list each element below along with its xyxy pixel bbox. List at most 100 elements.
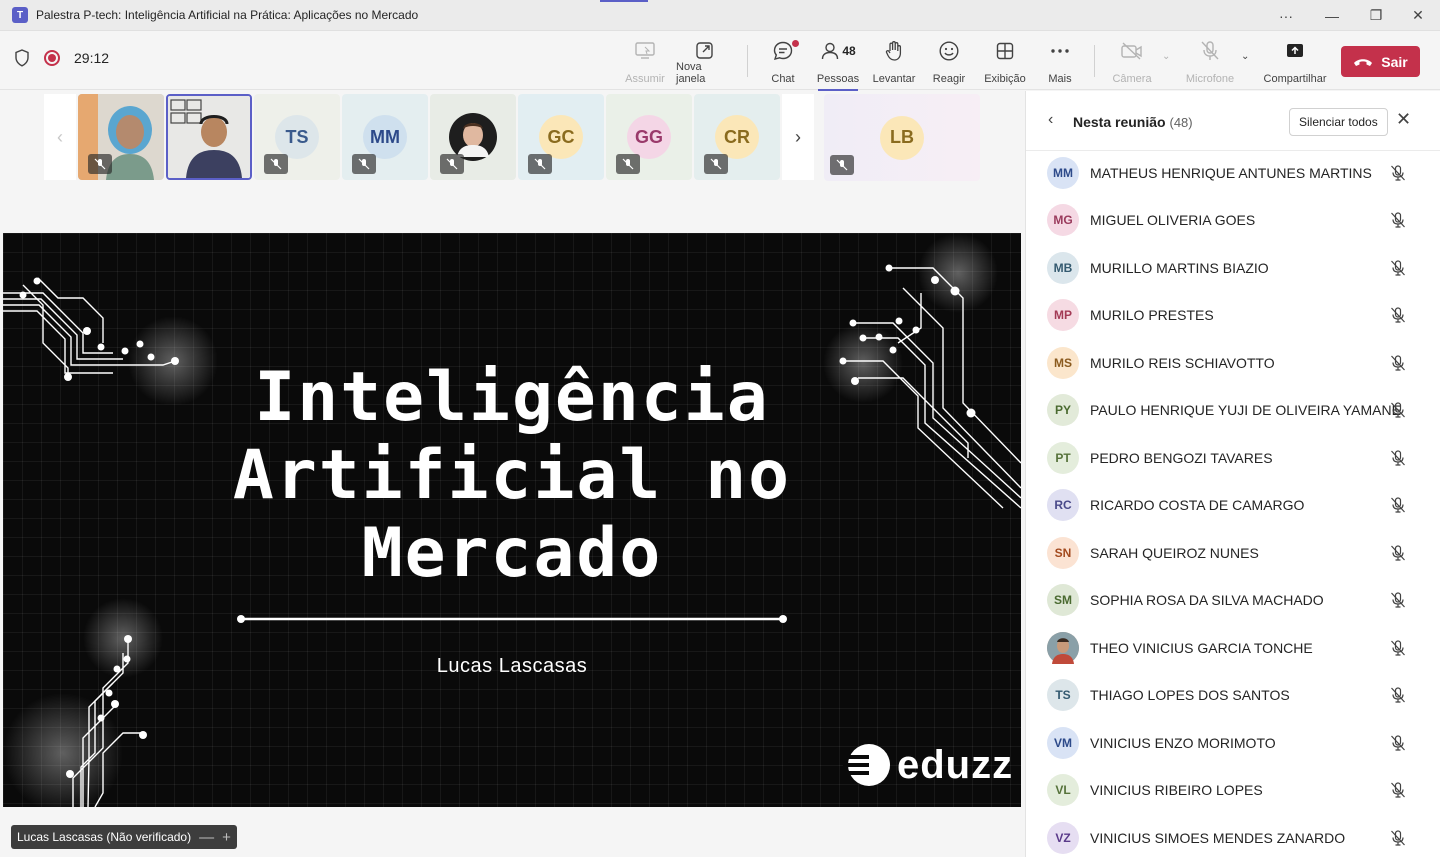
participant-row[interactable]: VL VINICIUS RIBEIRO LOPES: [1026, 767, 1440, 814]
nova-janela-button[interactable]: Nova janela: [676, 39, 734, 85]
pessoas-button[interactable]: 48 Pessoas: [816, 39, 860, 91]
mic-off-icon: [1389, 401, 1407, 419]
participant-row[interactable]: MG MIGUEL OLIVERIA GOES: [1026, 197, 1440, 244]
mic-off-icon: [1389, 686, 1407, 704]
camera-label: Câmera: [1112, 73, 1152, 85]
slide-title: Inteligência Artificial no Mercado: [3, 359, 1021, 593]
microfone-button[interactable]: Microfone: [1184, 39, 1236, 85]
strip-prev-chevron-icon[interactable]: ‹: [44, 94, 76, 180]
shield-icon[interactable]: [14, 49, 30, 67]
participant-row[interactable]: VM VINICIUS ENZO MORIMOTO: [1026, 719, 1440, 766]
participant-tile-lb[interactable]: LB: [824, 94, 980, 181]
muted-mic-icon: [88, 154, 112, 174]
mic-off-icon: [1389, 306, 1407, 324]
participant-name: VINICIUS ENZO MORIMOTO: [1090, 734, 1276, 751]
toolbar-separator: [747, 45, 748, 77]
nova-janela-label: Nova janela: [676, 61, 706, 85]
people-panel-title: Nesta reunião (48): [1073, 114, 1193, 130]
mic-off-icon: [1389, 449, 1407, 467]
participant-name: RICARDO COSTA DE CAMARGO: [1090, 497, 1305, 513]
camera-options-chevron-icon[interactable]: ⌄: [1162, 51, 1170, 62]
zoom-out-button[interactable]: —: [199, 829, 214, 846]
participant-avatar: TS: [1047, 679, 1079, 711]
participant-name: VINICIUS RIBEIRO LOPES: [1090, 782, 1263, 798]
participant-avatar: PT: [1047, 441, 1079, 474]
participant-row[interactable]: MM MATHEUS HENRIQUE ANTUNES MARTINS: [1026, 151, 1440, 196]
close-window-button[interactable]: ✕: [1396, 0, 1440, 31]
participant-row[interactable]: MS MURILO REIS SCHIAVOTTO: [1026, 339, 1440, 386]
camera-button[interactable]: Câmera: [1112, 39, 1152, 85]
microfone-label: Microfone: [1185, 73, 1235, 85]
leave-label: Sair: [1381, 53, 1408, 70]
more-options-icon[interactable]: ···: [1264, 0, 1308, 31]
participant-tile[interactable]: GC: [518, 94, 604, 180]
teams-app-icon: T: [12, 7, 28, 23]
participant-tile[interactable]: [430, 94, 516, 180]
participant-avatar: VZ: [1047, 821, 1079, 854]
participant-avatar: [1047, 631, 1079, 664]
mute-all-button[interactable]: Silenciar todos: [1289, 108, 1388, 136]
pop-out-icon: [695, 39, 715, 61]
mic-off-icon: [1389, 639, 1407, 657]
people-panel: ‹ Nesta reunião (48) Silenciar todos ✕ M…: [1025, 91, 1440, 857]
participant-row[interactable]: PT PEDRO BENGOZI TAVARES: [1026, 434, 1440, 481]
participant-row[interactable]: MB MURILLO MARTINS BIAZIO: [1026, 244, 1440, 291]
participant-row[interactable]: SM SOPHIA ROSA DA SILVA MACHADO: [1026, 577, 1440, 624]
participant-name: SARAH QUEIROZ NUNES: [1090, 544, 1259, 561]
participant-row[interactable]: TS THIAGO LOPES DOS SANTOS: [1026, 672, 1440, 719]
participant-video-tile[interactable]: [78, 94, 164, 180]
pessoas-label: Pessoas: [816, 73, 860, 85]
participant-name: SOPHIA ROSA DA SILVA MACHADO: [1090, 592, 1324, 608]
participant-row[interactable]: MP MURILO PRESTES: [1026, 292, 1440, 339]
participant-row[interactable]: RC RICARDO COSTA DE CAMARGO: [1026, 482, 1440, 529]
layout-grid-icon: [995, 39, 1015, 63]
participant-tile[interactable]: TS: [254, 94, 340, 180]
participant-video-tile-selected[interactable]: [166, 94, 252, 180]
eduzz-logo: eduzz: [843, 741, 1013, 789]
mic-off-icon: [1389, 544, 1407, 562]
participant-avatar: SN: [1047, 536, 1079, 569]
participant-row[interactable]: THEO VINICIUS GARCIA TONCHE: [1026, 624, 1440, 671]
exibicao-button[interactable]: Exibição: [983, 39, 1027, 85]
participant-avatar: MP: [1047, 299, 1079, 331]
participant-tile[interactable]: MM: [342, 94, 428, 180]
mic-off-icon: [1389, 496, 1407, 514]
people-panel-header: ‹ Nesta reunião (48) Silenciar todos ✕: [1026, 91, 1440, 151]
participant-row[interactable]: PY PAULO HENRIQUE YUJI DE OLIVEIRA YAMANE: [1026, 387, 1440, 434]
participant-avatar: TS: [275, 115, 319, 159]
leave-button[interactable]: Sair: [1341, 46, 1420, 77]
participant-avatar: MG: [1047, 204, 1079, 236]
chat-button[interactable]: Chat: [768, 39, 799, 85]
people-panel-count: (48): [1169, 115, 1193, 130]
mais-button[interactable]: Mais: [1046, 39, 1074, 85]
participant-row[interactable]: SN SARAH QUEIROZ NUNES: [1026, 529, 1440, 576]
restore-button[interactable]: ❐: [1354, 0, 1398, 31]
take-control-icon: [634, 39, 656, 63]
participant-tile[interactable]: GG: [606, 94, 692, 180]
reagir-button[interactable]: Reagir: [931, 39, 967, 85]
participant-name: MIGUEL OLIVERIA GOES: [1090, 212, 1256, 228]
zoom-in-button[interactable]: +: [222, 829, 231, 846]
presenter-name-tag: Lucas Lascasas (Não verificado) — +: [11, 825, 237, 849]
close-panel-icon[interactable]: ✕: [1396, 109, 1411, 130]
shared-presentation-slide: Inteligência Artificial no Mercado Lucas…: [3, 233, 1021, 807]
participant-tile[interactable]: CR: [694, 94, 780, 180]
exibicao-label: Exibição: [984, 73, 1026, 85]
participant-video-2: [168, 96, 250, 178]
mic-off-icon: [1389, 259, 1407, 277]
mic-options-chevron-icon[interactable]: ⌄: [1241, 51, 1249, 62]
back-chevron-icon[interactable]: ‹: [1048, 111, 1053, 129]
minimize-button[interactable]: —: [1310, 0, 1354, 31]
eduzz-logo-text: eduzz: [897, 742, 1014, 787]
compartilhar-button[interactable]: Compartilhar: [1262, 39, 1328, 85]
participant-name: MURILO REIS SCHIAVOTTO: [1090, 354, 1275, 371]
slide-title-line: Artificial no: [232, 436, 792, 515]
mic-off-icon: [1389, 734, 1407, 752]
participant-avatar: SM: [1047, 584, 1079, 616]
strip-next-chevron-icon[interactable]: ›: [782, 94, 814, 180]
levantar-button[interactable]: Levantar: [872, 39, 916, 85]
chat-unread-dot: [792, 40, 799, 47]
meeting-timer: 29:12: [74, 50, 110, 66]
assumir-button[interactable]: Assumir: [624, 39, 666, 85]
participant-row[interactable]: VZ VINICIUS SIMOES MENDES ZANARDO: [1026, 814, 1440, 857]
